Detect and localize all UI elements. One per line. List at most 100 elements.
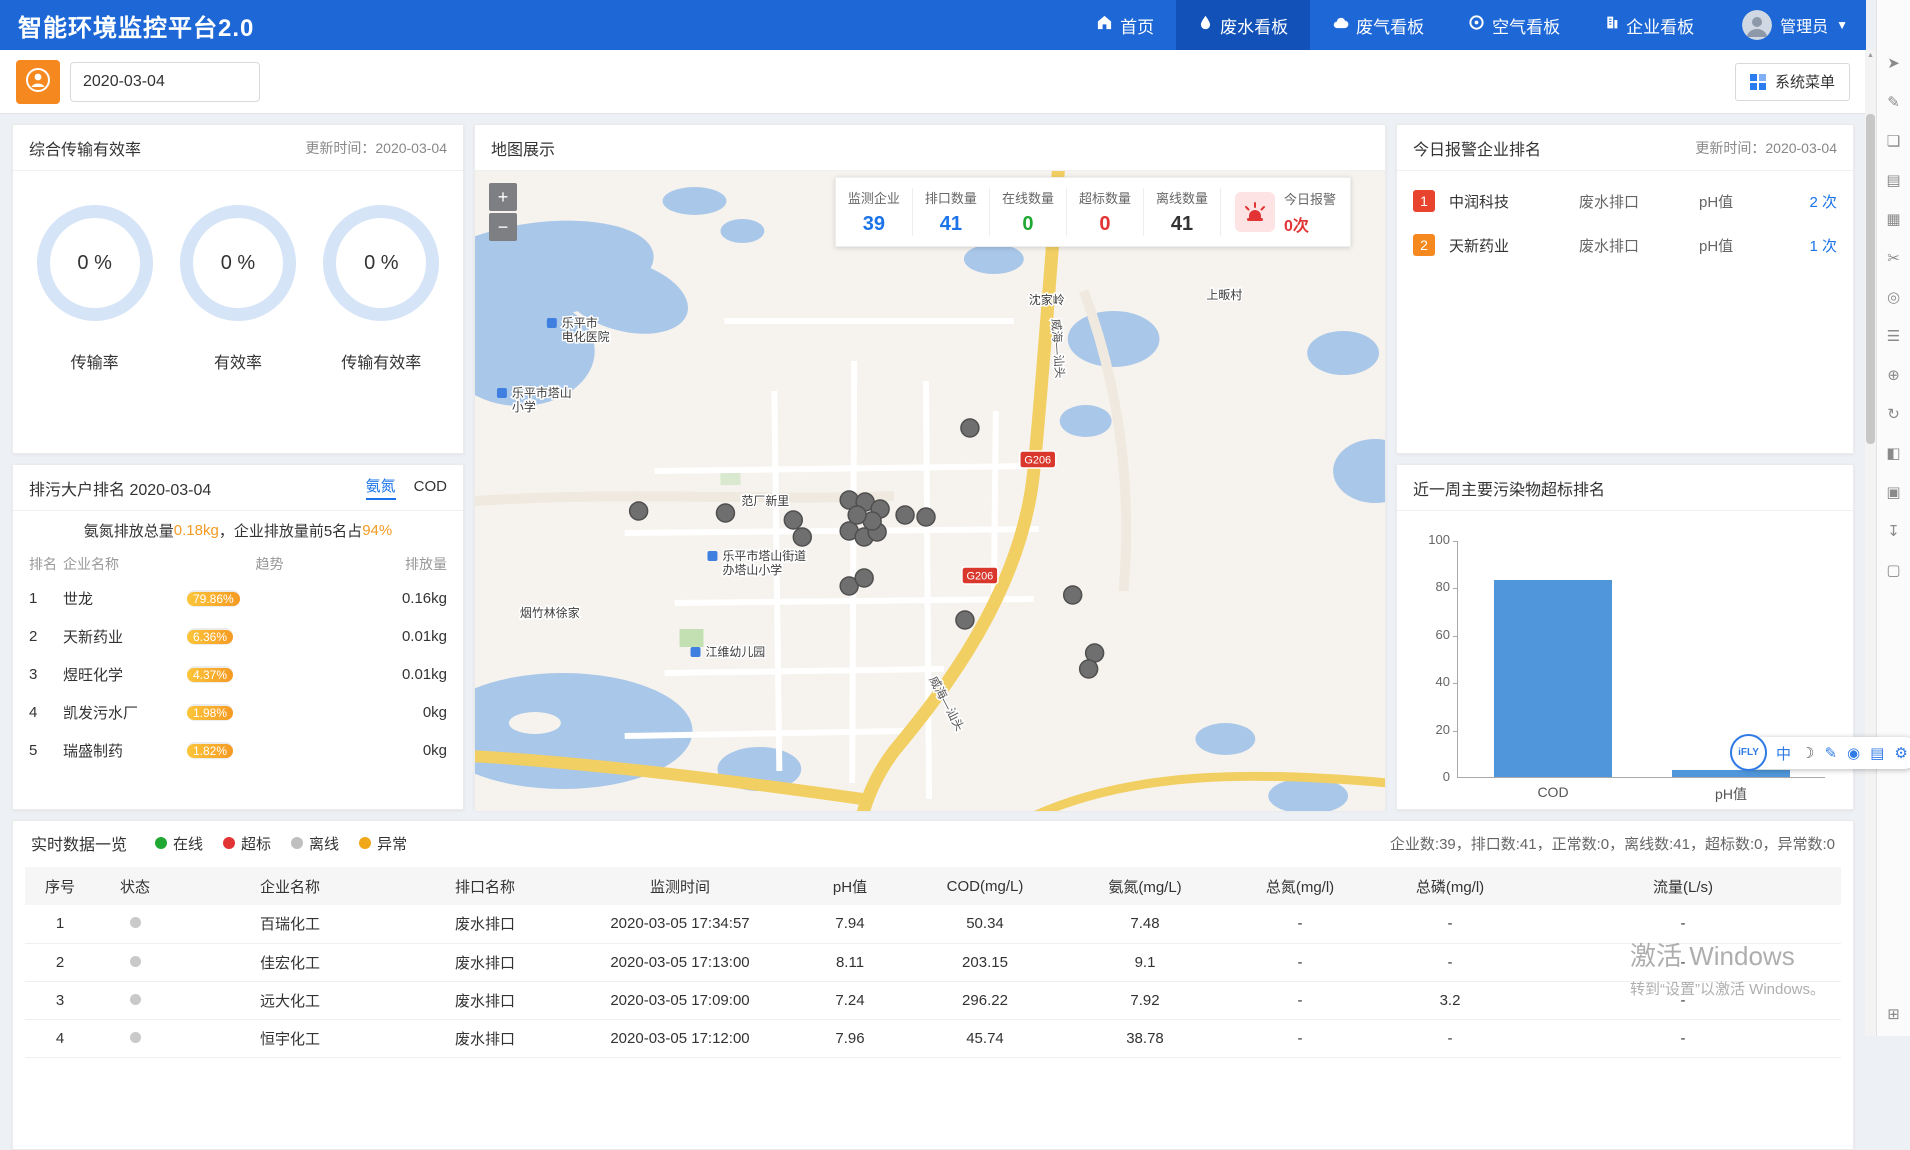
exceed-dot	[223, 837, 235, 849]
table-icon[interactable]: ▦	[1886, 212, 1900, 227]
nav-home[interactable]: 首页	[1074, 0, 1176, 50]
status-legend: 在线 超标 离线 异常	[155, 833, 407, 854]
nav-air[interactable]: 空气看板	[1446, 0, 1582, 50]
download-icon[interactable]: ↧	[1887, 524, 1900, 539]
gauge-transfer-valid-rate: 0 % 传输有效率	[323, 205, 439, 373]
chevron-down-icon: ▼	[1836, 18, 1848, 32]
monitor-point[interactable]	[956, 611, 974, 629]
monitor-point[interactable]	[716, 504, 734, 522]
handwriting-icon[interactable]: ✎	[1824, 744, 1837, 762]
transmission-panel: 综合传输有效率 更新时间：2020-03-04 0 % 传输率 0 % 有效率 …	[12, 124, 464, 454]
alarm-rank-panel: 今日报警企业排名 更新时间：2020-03-04 1 中润科技 废水排口 pH值…	[1396, 124, 1854, 454]
menu-icon[interactable]: ☰	[1887, 329, 1900, 344]
gauge-ring: 0 %	[37, 205, 153, 321]
monitor-point[interactable]	[961, 419, 979, 437]
column-header: 企业名称	[175, 867, 405, 905]
nav-wastewater[interactable]: 废水看板	[1176, 0, 1310, 50]
refresh-icon[interactable]: ↻	[1887, 407, 1900, 422]
stat-online: 在线数量 0	[990, 188, 1067, 236]
monitor-point[interactable]	[855, 569, 873, 587]
park-area	[680, 629, 704, 647]
date-input[interactable]	[70, 62, 260, 102]
map-stats-bar: 监测企业 39 排口数量 41 在线数量 0 超标数量 0	[835, 177, 1351, 247]
frame-icon[interactable]: ▣	[1886, 485, 1900, 500]
user-circle-button[interactable]	[16, 60, 60, 104]
scrollbar-thumb[interactable]	[1866, 114, 1875, 444]
map-panel: 地图展示	[474, 124, 1386, 810]
alarm-row[interactable]: 1 中润科技 废水排口 pH值 2 次	[1397, 179, 1853, 223]
gauge-label: 传输有效率	[323, 349, 439, 373]
stat-offline: 离线数量 41	[1144, 188, 1221, 236]
weekly-rank-title: 近一周主要污染物超标排名	[1413, 476, 1605, 500]
column-header: 状态	[95, 867, 175, 905]
monitor-point[interactable]	[896, 506, 914, 524]
tab-cod[interactable]: COD	[414, 478, 447, 497]
settings-icon[interactable]: ⚙	[1894, 744, 1907, 762]
polluter-row: 3 煜旺化学 4.37% 0.01kg	[29, 655, 447, 693]
kindergarten-icon	[691, 647, 701, 657]
table-header-row: 序号 状态 企业名称 排口名称 监测时间 pH值 COD(mg/L) 氨氮(mg…	[25, 867, 1841, 905]
monitor-point[interactable]	[848, 506, 866, 524]
zoom-out-button[interactable]: −	[489, 213, 517, 241]
trend-bar: 6.36%	[187, 630, 233, 644]
monitor-point[interactable]	[917, 508, 935, 526]
nav-label: 企业看板	[1626, 13, 1694, 38]
monitor-point[interactable]	[784, 511, 802, 529]
svg-text:烟竹林徐家: 烟竹林徐家	[520, 605, 580, 620]
trend-bar: 4.37%	[187, 668, 233, 682]
chart-bar-cod	[1494, 580, 1612, 777]
box-icon[interactable]: ▢	[1886, 563, 1900, 578]
target-icon[interactable]: ◎	[1887, 290, 1900, 305]
main-nav: 首页 废水看板 废气看板 空气看板 企业看板	[1074, 0, 1716, 50]
monitor-point[interactable]	[793, 528, 811, 546]
tab-nh3[interactable]: 氨氮	[366, 475, 396, 500]
nav-enterprise[interactable]: 企业看板	[1582, 0, 1716, 50]
system-menu-button[interactable]: 系统菜单	[1735, 63, 1850, 101]
user-menu[interactable]: 管理员 ▼	[1742, 10, 1848, 40]
edit-icon[interactable]: ✎	[1887, 95, 1900, 110]
alarm-row[interactable]: 2 天新药业 废水排口 pH值 1 次	[1397, 223, 1853, 267]
monitor-point[interactable]	[1064, 586, 1082, 604]
panel-icon[interactable]: ◧	[1886, 446, 1900, 461]
gauge-transfer-rate: 0 % 传输率	[37, 205, 153, 373]
ifly-logo[interactable]: iFLY	[1730, 734, 1767, 771]
mic-icon[interactable]: ◉	[1847, 744, 1860, 762]
column-header: 氨氮(mg/L)	[1065, 867, 1225, 905]
nav-exhaust-gas[interactable]: 废气看板	[1310, 0, 1446, 50]
nav-label: 首页	[1120, 13, 1154, 38]
svg-text:乐平市塔山: 乐平市塔山	[512, 385, 572, 400]
polluter-table-header: 排名 企业名称 趋势 排放量	[29, 549, 447, 579]
building-icon	[1604, 14, 1619, 36]
map-canvas-container[interactable]: 威海—汕头 威海—汕头 G206 G206 乐平市 电化医院	[475, 171, 1385, 811]
night-mode-icon[interactable]: ☽	[1801, 744, 1814, 762]
monitor-point[interactable]	[630, 502, 648, 520]
cut-icon[interactable]: ✂	[1887, 251, 1900, 266]
nav-label: 废气看板	[1356, 13, 1424, 38]
scrollbar-up-icon[interactable]: ▲	[1865, 52, 1876, 59]
column-header: COD(mg/L)	[905, 867, 1065, 905]
stat-monitored-enterprises: 监测企业 39	[836, 188, 913, 236]
realtime-summary: 企业数:39，排口数:41，正常数:0，离线数:41，超标数:0，异常数:0	[1390, 833, 1835, 854]
dashboard-grid-icon	[1750, 74, 1766, 90]
keyboard-icon[interactable]: ▤	[1870, 744, 1884, 762]
trend-bar: 1.82%	[187, 744, 233, 758]
stat-outlets: 排口数量 41	[913, 188, 990, 236]
park-area	[720, 471, 740, 485]
fullscreen-icon[interactable]: ⊞	[1887, 1007, 1900, 1022]
chinese-input-icon[interactable]: 中	[1776, 743, 1791, 764]
polluter-row: 1 世龙 79.86% 0.16kg	[29, 579, 447, 617]
stat-exceeding: 超标数量 0	[1067, 188, 1144, 236]
monitor-point[interactable]	[1080, 660, 1098, 678]
column-header: 排口名称	[405, 867, 565, 905]
y-tick-label: 0	[1410, 769, 1450, 784]
cursor-icon[interactable]: ➤	[1887, 56, 1900, 71]
rank-badge: 2	[1413, 234, 1435, 256]
note-icon[interactable]: ❏	[1887, 134, 1900, 149]
list-icon[interactable]: ▤	[1886, 173, 1900, 188]
y-tick-label: 100	[1410, 532, 1450, 547]
polluter-rank-panel: 排污大户排名 2020-03-04 氨氮 COD 氨氮排放总量0.18kg，企业…	[12, 464, 464, 810]
vertical-scrollbar[interactable]: ▲	[1865, 50, 1876, 1036]
svg-text:电化医院: 电化医院	[562, 330, 610, 344]
add-icon[interactable]: ⊕	[1887, 368, 1900, 383]
zoom-in-button[interactable]: +	[489, 183, 517, 211]
